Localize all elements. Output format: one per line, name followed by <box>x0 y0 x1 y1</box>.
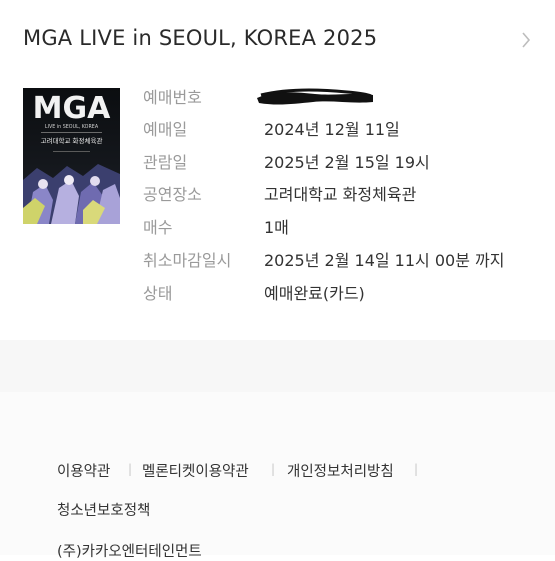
poster-headline: LIVE in SEOUL, KOREA <box>45 124 99 130</box>
detail-label: 공연장소 <box>143 185 202 204</box>
footer: 이용약관 | 멜론티켓이용약관 | 개인정보처리방침 | 청소년보호정책 (주)… <box>0 392 555 560</box>
footer-company-name: (주)카카오엔터테인먼트 <box>57 544 202 560</box>
ticket-title: MGA LIVE in SEOUL, KOREA 2025 <box>23 26 378 50</box>
chevron-right-icon <box>522 32 531 48</box>
detail-label: 관람일 <box>143 153 188 172</box>
footer-link-youth-protection[interactable]: 청소년보호정책 <box>57 499 150 520</box>
detail-value: 2024년 12월 11일 <box>264 120 400 139</box>
footer-link-melon-ticket-terms[interactable]: 멜론티켓이용약관 <box>142 460 249 481</box>
detail-label: 예매일 <box>143 120 188 139</box>
detail-value: 예매완료(카드) <box>264 284 365 303</box>
detail-value: 고려대학교 화정체육관 <box>264 185 417 204</box>
footer-link-privacy-policy[interactable]: 개인정보처리방침 <box>287 460 394 481</box>
ticket-title-row[interactable]: MGA LIVE in SEOUL, KOREA 2025 <box>0 0 555 80</box>
footer-separator: | <box>128 462 133 476</box>
section-divider <box>0 340 555 392</box>
footer-link-terms[interactable]: 이용약관 <box>57 460 110 481</box>
redaction-scribble <box>257 88 373 105</box>
detail-label: 취소마감일시 <box>143 251 232 270</box>
concert-poster: MGA LIVE in SEOUL, KOREA 고려대학교 화정체육관 <box>23 88 120 224</box>
detail-label: 예매번호 <box>143 88 202 107</box>
detail-label: 상태 <box>143 284 173 303</box>
detail-value: 2025년 2월 14일 11시 00분 까지 <box>264 251 505 270</box>
footer-separator: | <box>414 462 419 476</box>
detail-label: 매수 <box>143 218 173 237</box>
detail-value: 2025년 2월 15일 19시 <box>264 153 430 172</box>
poster-venue-line: 고려대학교 화정체육관 <box>41 136 103 145</box>
detail-value: 1매 <box>264 218 289 237</box>
ticket-card: MGA LIVE in SEOUL, KOREA 2025 MGA LIVE i… <box>0 0 555 340</box>
poster-logo: MGA <box>33 91 111 126</box>
poster-art: MGA LIVE in SEOUL, KOREA 고려대학교 화정체육관 <box>23 88 120 224</box>
footer-separator: | <box>271 462 276 476</box>
